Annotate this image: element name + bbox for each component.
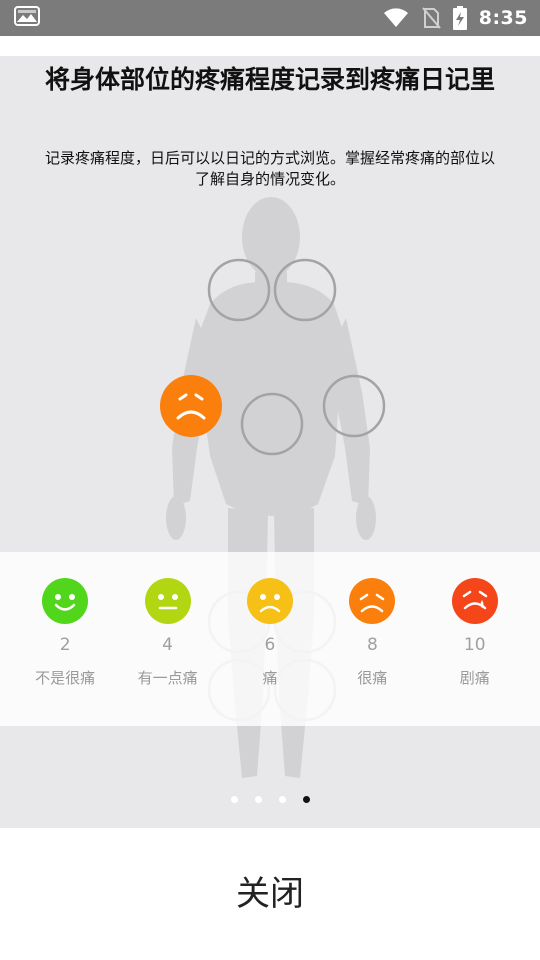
pain-level-6[interactable]: 6 痛 [225,552,315,688]
sad-face-icon [246,578,293,624]
pain-value: 2 [59,635,71,655]
neutral-face-icon [144,578,191,624]
worried-face-icon [349,578,396,624]
pain-label: 很痛 [357,669,388,687]
pain-value: 8 [366,635,378,655]
happy-face-icon [42,578,89,624]
pain-scale: 2 不是很痛 4 有一点痛 6 痛 8 很痛 10 剧痛 [0,552,540,726]
page-title: 将身体部位的疼痛程度记录到疼痛日记里 [44,65,495,94]
status-time: 8:35 [478,7,528,29]
page-dot-2[interactable] [254,796,262,803]
top-spacer [0,36,540,56]
close-button[interactable]: 关闭 [0,828,540,960]
wifi-icon [383,8,408,27]
gallery-icon [14,6,40,26]
page-dot-4-active[interactable] [302,796,310,803]
status-icons: 8:35 [383,0,528,36]
pain-label: 痛 [262,669,278,687]
crying-face-icon [451,578,498,624]
pain-value: 6 [264,635,276,655]
pain-label: 不是很痛 [35,669,96,687]
pain-level-2[interactable]: 2 不是很痛 [20,552,110,688]
pain-value: 10 [463,635,486,655]
pain-label: 剧痛 [459,669,490,687]
page-dot-3[interactable] [278,796,286,803]
page-dot-1[interactable] [230,796,238,803]
pain-level-4[interactable]: 4 有一点痛 [123,552,213,688]
battery-charging-icon [452,6,467,30]
pain-level-8[interactable]: 8 很痛 [327,552,417,688]
onboarding-slide[interactable]: 将身体部位的疼痛程度记录到疼痛日记里 记录疼痛程度，日后可以以日记的方式浏览。掌… [0,56,540,828]
pain-level-10[interactable]: 10 剧痛 [430,552,520,688]
status-bar: 8:35 [0,0,540,36]
page-subtitle: 记录疼痛程度，日后可以以日记的方式浏览。掌握经常疼痛的部位以了解自身的情况变化。 [44,149,495,188]
no-sim-icon [421,7,441,29]
pain-value: 4 [162,635,173,655]
pain-label: 有一点痛 [137,669,198,687]
page-indicator[interactable] [0,796,540,803]
selected-pain-marker[interactable] [160,375,222,437]
